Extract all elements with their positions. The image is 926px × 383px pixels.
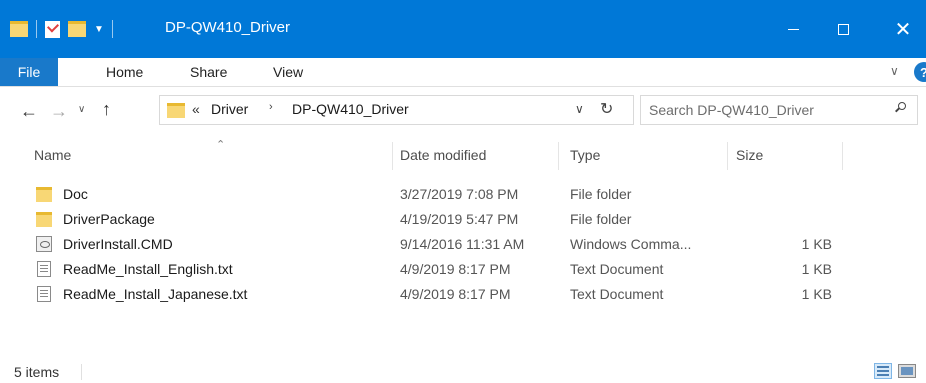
column-divider[interactable] bbox=[842, 142, 843, 170]
help-icon[interactable]: ? bbox=[914, 62, 926, 82]
search-icon[interactable] bbox=[895, 102, 906, 113]
address-overflow-button[interactable]: « bbox=[192, 101, 200, 117]
breadcrumb-driver[interactable]: Driver bbox=[211, 101, 248, 117]
column-header-size[interactable]: Size bbox=[736, 147, 763, 163]
new-folder-icon[interactable] bbox=[68, 21, 86, 37]
file-row[interactable]: DriverInstall.CMD 9/14/2016 11:31 AM Win… bbox=[0, 232, 926, 257]
sort-ascending-icon: ⌃ bbox=[216, 139, 226, 151]
folder-icon bbox=[36, 212, 52, 227]
properties-icon[interactable] bbox=[45, 20, 60, 38]
customize-toolbar-icon[interactable]: ▼ bbox=[94, 24, 104, 35]
file-type: File folder bbox=[570, 186, 632, 202]
recent-locations-icon[interactable]: ∨ bbox=[78, 104, 85, 115]
file-type: Text Document bbox=[570, 286, 664, 302]
file-row[interactable]: ReadMe_Install_English.txt 4/9/2019 8:17… bbox=[0, 257, 926, 282]
column-divider[interactable] bbox=[558, 142, 559, 170]
address-bar[interactable]: « Driver › DP-QW410_Driver ∨ ↻ bbox=[159, 95, 634, 125]
folder-icon bbox=[10, 21, 28, 37]
file-date: 4/19/2019 5:47 PM bbox=[400, 211, 519, 227]
file-size: 1 KB bbox=[801, 236, 832, 252]
search-box[interactable] bbox=[640, 95, 918, 125]
file-row[interactable]: Doc 3/27/2019 7:08 PM File folder bbox=[0, 182, 926, 207]
back-arrow-icon[interactable]: ← bbox=[20, 101, 38, 122]
chevron-down-icon[interactable]: ∨ bbox=[575, 102, 584, 116]
file-name: ReadMe_Install_English.txt bbox=[63, 261, 233, 277]
tab-home[interactable]: Home bbox=[106, 64, 143, 80]
window-title: DP-QW410_Driver bbox=[165, 19, 291, 36]
ribbon: File Home Share View ∨ ? bbox=[0, 58, 926, 87]
column-divider[interactable] bbox=[392, 142, 393, 170]
file-size: 1 KB bbox=[801, 286, 832, 302]
maximize-button[interactable] bbox=[820, 0, 866, 58]
column-headers: ⌃ Name Date modified Type Size bbox=[0, 138, 926, 172]
folder-icon bbox=[167, 103, 185, 118]
large-icons-view-icon[interactable] bbox=[898, 364, 916, 378]
cmd-file-icon bbox=[36, 236, 52, 252]
column-header-date-modified[interactable]: Date modified bbox=[400, 147, 486, 163]
quick-access-toolbar: ▼ bbox=[10, 18, 121, 40]
column-header-name[interactable]: Name bbox=[34, 147, 71, 163]
file-name: DriverPackage bbox=[63, 211, 155, 227]
file-type: Text Document bbox=[570, 261, 664, 277]
status-bar: 5 items bbox=[0, 356, 926, 383]
text-file-icon bbox=[37, 261, 51, 277]
file-row[interactable]: DriverPackage 4/19/2019 5:47 PM File fol… bbox=[0, 207, 926, 232]
file-date: 4/9/2019 8:17 PM bbox=[400, 261, 511, 277]
file-type: Windows Comma... bbox=[570, 236, 692, 252]
column-header-type[interactable]: Type bbox=[570, 147, 600, 163]
tab-view[interactable]: View bbox=[273, 64, 303, 80]
search-input[interactable] bbox=[649, 100, 879, 120]
column-divider[interactable] bbox=[727, 142, 728, 170]
refresh-icon[interactable]: ↻ bbox=[600, 99, 613, 119]
text-file-icon bbox=[37, 286, 51, 302]
file-date: 4/9/2019 8:17 PM bbox=[400, 286, 511, 302]
file-size: 1 KB bbox=[801, 261, 832, 277]
close-button[interactable]: ✕ bbox=[880, 0, 926, 58]
file-date: 9/14/2016 11:31 AM bbox=[400, 236, 525, 252]
file-list: Doc 3/27/2019 7:08 PM File folder Driver… bbox=[0, 182, 926, 307]
file-name: Doc bbox=[63, 186, 88, 202]
file-date: 3/27/2019 7:08 PM bbox=[400, 186, 519, 202]
breadcrumb-separator[interactable]: › bbox=[269, 101, 273, 113]
item-count: 5 items bbox=[14, 364, 60, 380]
toolbar-divider bbox=[111, 20, 113, 38]
minimize-button[interactable] bbox=[770, 0, 816, 58]
file-row[interactable]: ReadMe_Install_Japanese.txt 4/9/2019 8:1… bbox=[0, 282, 926, 307]
forward-arrow-icon[interactable]: → bbox=[50, 101, 68, 122]
folder-icon bbox=[36, 187, 52, 202]
file-type: File folder bbox=[570, 211, 632, 227]
status-divider bbox=[81, 364, 82, 380]
tab-share[interactable]: Share bbox=[190, 64, 227, 80]
file-name: ReadMe_Install_Japanese.txt bbox=[63, 286, 248, 302]
title-bar: ▼ DP-QW410_Driver ✕ bbox=[0, 0, 926, 58]
details-view-icon[interactable] bbox=[874, 363, 892, 379]
breadcrumb-dp-qw410-driver[interactable]: DP-QW410_Driver bbox=[292, 101, 409, 117]
up-arrow-icon[interactable]: ↑ bbox=[102, 99, 111, 120]
toolbar-divider bbox=[36, 20, 37, 38]
file-name: DriverInstall.CMD bbox=[63, 236, 173, 252]
tab-file[interactable]: File bbox=[0, 58, 58, 86]
expand-ribbon-icon[interactable]: ∨ bbox=[890, 64, 899, 78]
navigation-bar: ← → ∨ ↑ « Driver › DP-QW410_Driver ∨ ↻ bbox=[0, 87, 926, 133]
